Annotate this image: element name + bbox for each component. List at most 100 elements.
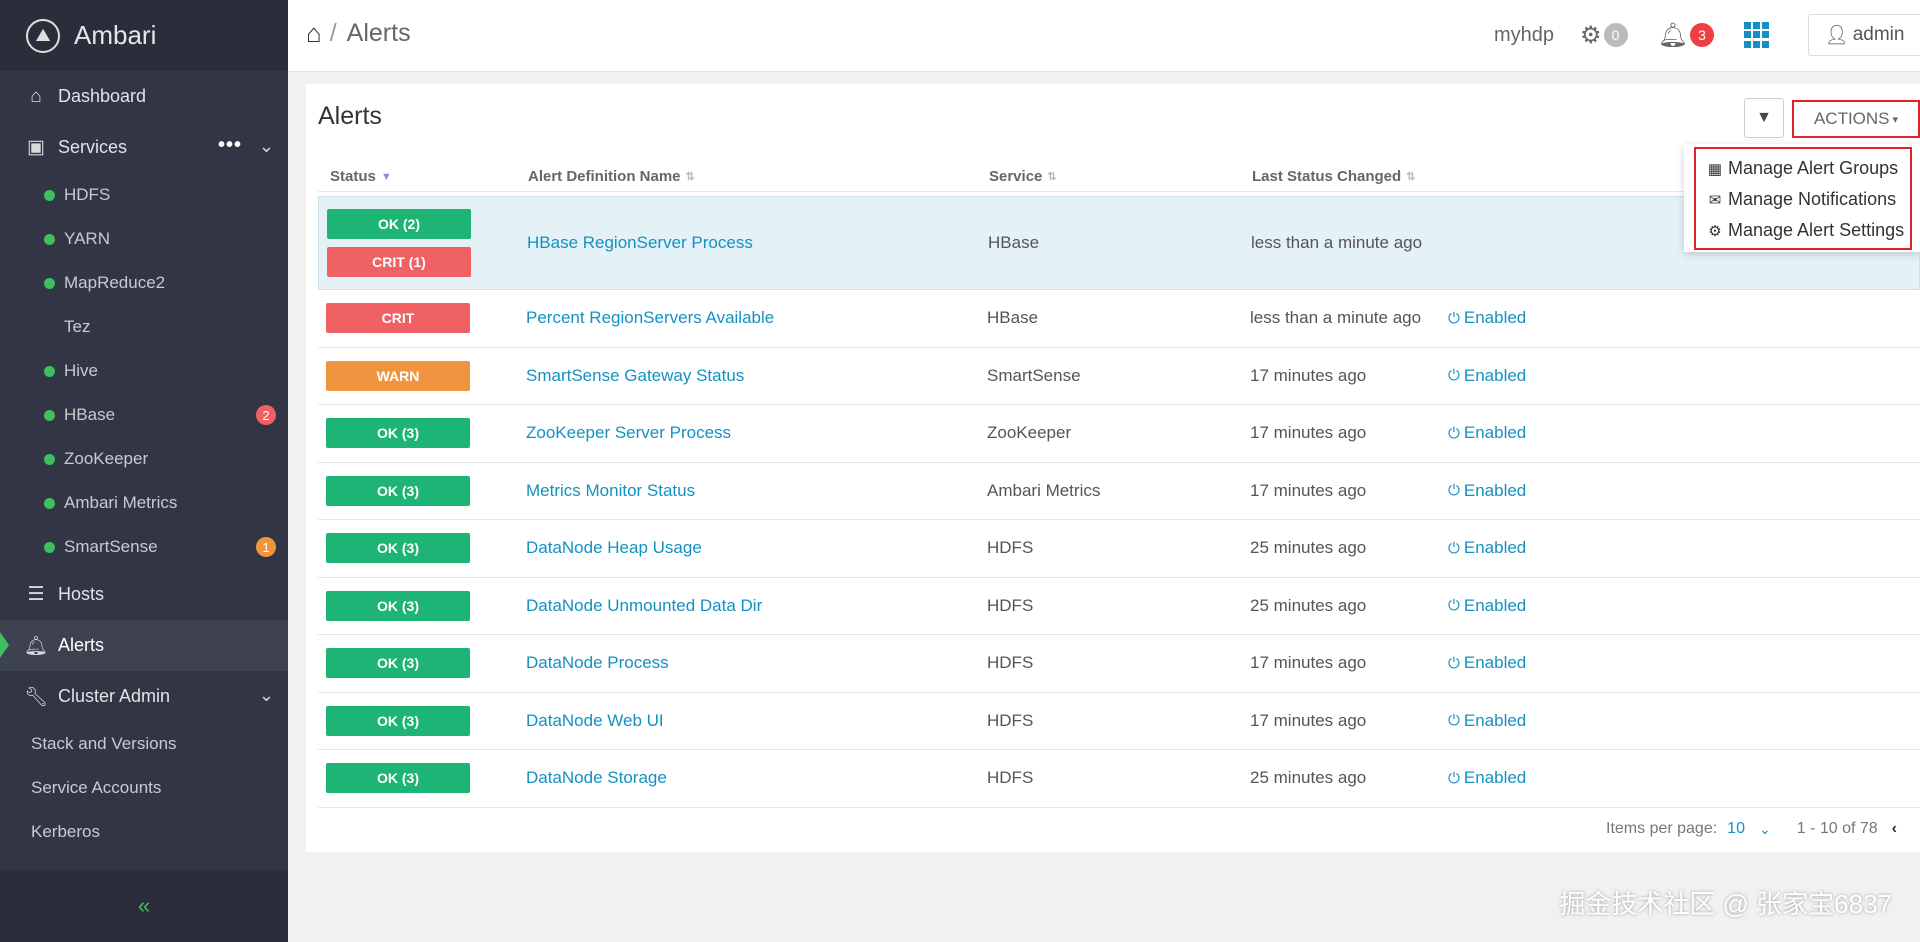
table-header: Status ▼ Alert Definition Name ⇅ Service… [318, 160, 1920, 192]
alert-definition-link[interactable]: Metrics Monitor Status [526, 463, 695, 520]
col-name[interactable]: Alert Definition Name ⇅ [528, 168, 695, 185]
state-toggle[interactable]: ⏻ Enabled [1448, 520, 1526, 577]
table-row: OK (3) Metrics Monitor Status Ambari Metri… [318, 463, 1920, 520]
home-icon[interactable]: ⌂ [306, 18, 322, 49]
power-icon: ⏻ [1448, 712, 1460, 730]
state-toggle[interactable]: ⏻ Enabled [1448, 348, 1526, 405]
filter-button[interactable]: ▼ [1744, 98, 1784, 138]
items-per-page-select[interactable]: 10 [1727, 820, 1745, 838]
table-row: OK (3) DataNode Heap Usage HDFS 25 minutes … [318, 520, 1920, 578]
alerts-button[interactable]: 🔔︎ 3 [1658, 21, 1714, 50]
nav-hosts[interactable]: ☰ Hosts [0, 569, 288, 620]
background-ops-button[interactable]: ⚙ 0 [1580, 21, 1628, 50]
status-badge[interactable]: CRIT [326, 303, 470, 334]
status-badge[interactable]: CRIT (1) [327, 247, 471, 277]
state-toggle[interactable]: ⏻ Enabled [1448, 405, 1526, 462]
sidebar-item-service[interactable]: MapReduce2 [0, 261, 288, 305]
state-toggle[interactable]: ⏻ Enabled [1448, 463, 1526, 520]
gear-icon: ⚙ [1708, 222, 1722, 240]
status-cell: OK (3) [326, 635, 470, 692]
sidebar-item-service[interactable]: SmartSense 1 [0, 525, 288, 569]
state-toggle[interactable]: ⏻ Enabled [1448, 290, 1526, 347]
alert-definition-link[interactable]: DataNode Process [526, 635, 669, 692]
menu-manage-alert-settings[interactable]: ⚙ Manage Alert Settings [1696, 215, 1910, 246]
alert-definition-link[interactable]: Percent RegionServers Available [526, 290, 774, 347]
alerts-card: Alerts ▼ ACTIONS ▾ Status ▼ Alert Defini… [306, 84, 1920, 852]
nav-cluster-admin[interactable]: 🔧︎ Cluster Admin ⌄ [0, 671, 288, 722]
views-grid-icon[interactable] [1744, 22, 1770, 48]
sidebar-item-service[interactable]: Hive [0, 349, 288, 393]
service-label: HDFS [64, 185, 111, 204]
cluster-name[interactable]: myhdp [1494, 24, 1554, 47]
last-changed-cell: 17 minutes ago [1250, 423, 1367, 443]
admin-item-service-accounts[interactable]: Service Accounts [0, 766, 288, 810]
collapse-sidebar-button[interactable]: « [0, 870, 288, 942]
alert-definition-link[interactable]: HBase RegionServer Process [527, 197, 753, 289]
more-icon[interactable]: ••• [218, 134, 242, 157]
status-badge[interactable]: OK (3) [326, 705, 470, 736]
alert-definition-link[interactable]: SmartSense Gateway Status [526, 348, 744, 405]
alert-definition-link[interactable]: DataNode Storage [526, 750, 667, 807]
state-label: Enabled [1463, 423, 1527, 443]
state-toggle[interactable]: ⏻ Enabled [1448, 750, 1526, 807]
status-badge[interactable]: OK (3) [326, 475, 470, 506]
services-list: HDFS YARN MapReduce2 Tez Hive HBase 2 ZooKeeper… [0, 173, 288, 569]
user-menu-button[interactable]: 👤︎ admin [1808, 14, 1920, 56]
alert-definition-link[interactable]: DataNode Unmounted Data Dir [526, 578, 762, 635]
sort-icon: ⇅ [1047, 171, 1057, 183]
menu-manage-notifications[interactable]: ✉ Manage Notifications [1696, 184, 1910, 215]
state-toggle[interactable]: ⏻ Enabled [1448, 578, 1526, 635]
nav-alerts[interactable]: 🔔︎ Alerts [0, 620, 288, 671]
col-last-changed[interactable]: Last Status Changed ⇅ [1252, 168, 1415, 185]
sidebar-item-service[interactable]: Ambari Metrics [0, 481, 288, 525]
sidebar-item-service[interactable]: YARN [0, 217, 288, 261]
state-toggle[interactable]: ⏻ Enabled [1448, 635, 1526, 692]
nav-dashboard[interactable]: ⌂ Dashboard [0, 71, 288, 122]
status-badge[interactable]: OK (2) [327, 209, 471, 239]
service-label: HBase [64, 405, 116, 424]
status-cell: OK (3) [326, 693, 470, 750]
admin-item-kerberos[interactable]: Kerberos [0, 810, 288, 854]
admin-item-stack[interactable]: Stack and Versions [0, 722, 288, 766]
breadcrumb: ⌂ / Alerts [306, 18, 411, 49]
service-cell: HDFS [987, 595, 1034, 615]
alert-definition-link[interactable]: DataNode Heap Usage [526, 520, 702, 577]
status-badge[interactable]: OK (3) [326, 648, 470, 679]
chevron-down-icon[interactable]: ⌄ [1759, 821, 1771, 838]
previous-page-icon[interactable]: ‹ [1892, 820, 1897, 838]
service-label: MapReduce2 [64, 273, 166, 292]
chevron-down-icon[interactable]: ⌄ [259, 685, 274, 706]
chevron-down-icon[interactable]: ⌄ [259, 136, 274, 157]
alert-definition-link[interactable]: DataNode Web UI [526, 693, 664, 750]
menu-label: Manage Notifications [1728, 189, 1897, 209]
status-dot-icon [44, 409, 55, 421]
status-badge[interactable]: OK (3) [326, 418, 470, 449]
table-row: OK (3) DataNode Process HDFS 17 minutes ago… [318, 635, 1920, 693]
status-dot-icon [44, 541, 55, 553]
menu-manage-alert-groups[interactable]: ▦ Manage Alert Groups [1696, 153, 1910, 184]
state-label: Enabled [1463, 538, 1527, 558]
state-label: Enabled [1463, 308, 1527, 328]
status-badge[interactable]: OK (3) [326, 763, 470, 794]
gear-icon: ⚙ [1580, 21, 1602, 49]
status-badge[interactable]: OK (3) [326, 590, 470, 621]
status-dot-icon [44, 453, 55, 465]
nav-hosts-label: Hosts [58, 584, 105, 604]
col-status[interactable]: Status ▼ [330, 168, 392, 185]
sidebar-item-service[interactable]: Tez [0, 305, 288, 349]
state-label: Enabled [1463, 768, 1527, 788]
alert-definition-link[interactable]: ZooKeeper Server Process [526, 405, 731, 462]
service-cell: HDFS [987, 710, 1034, 730]
state-toggle[interactable]: ⏻ Enabled [1448, 693, 1526, 750]
status-dot-icon [44, 365, 55, 377]
actions-button[interactable]: ACTIONS ▾ [1792, 100, 1920, 138]
status-badge[interactable]: WARN [326, 360, 470, 391]
sidebar-item-service[interactable]: HDFS [0, 173, 288, 217]
sidebar-item-service[interactable]: HBase 2 [0, 393, 288, 437]
nav-services[interactable]: ▣ Services ••• ⌄ [0, 122, 288, 173]
status-badge[interactable]: OK (3) [326, 533, 470, 564]
sidebar-item-service[interactable]: ZooKeeper [0, 437, 288, 481]
col-service[interactable]: Service ⇅ [989, 168, 1057, 185]
sort-icon: ⇅ [685, 171, 695, 183]
brand[interactable]: ⛰ Ambari [0, 0, 288, 71]
